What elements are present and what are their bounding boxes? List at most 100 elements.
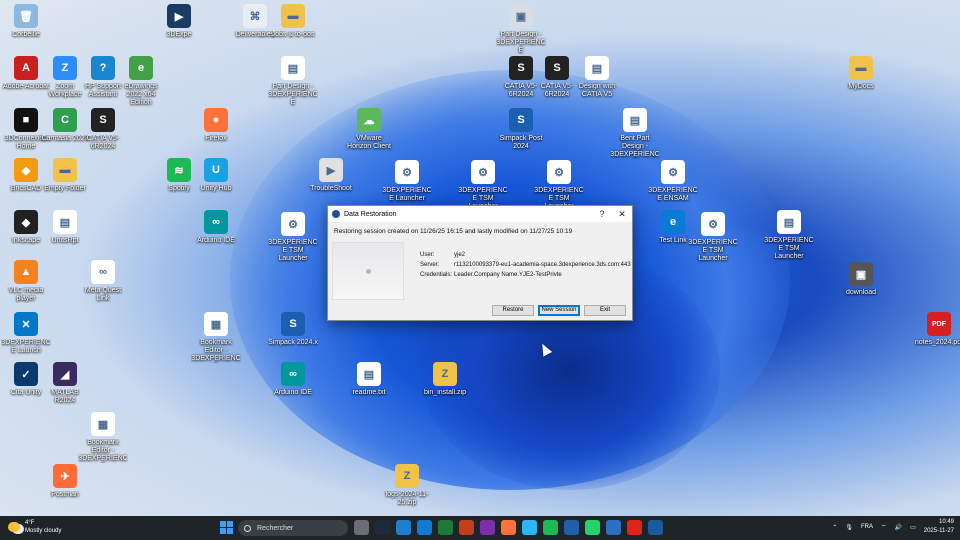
desktop-icon[interactable]: S Simpack Post 2024	[496, 108, 546, 151]
taskbar: 4°F Mostly cloudy Rechercher ⌃ 🎙 FRA ⌔ 🔊…	[0, 516, 960, 540]
desktop-icon[interactable]: PDF notes_2024.pdf	[914, 312, 960, 347]
desktop-icon[interactable]: ▦ Bookmark Editor - 3DEXPERIENCE	[78, 412, 128, 463]
taskbar-app-icon[interactable]	[501, 520, 516, 535]
desktop-icon[interactable]: ▤ 3DEXPERIENCE TSM Launcher	[764, 210, 814, 261]
taskbar-app-icon[interactable]	[438, 520, 453, 535]
desktop-icon[interactable]: ✕ 3DEXPERIENCE Launch	[1, 312, 51, 355]
desktop-icon[interactable]: ● Firefox	[191, 108, 241, 143]
desktop-icon[interactable]: Zlogs-2024-11-25.zip	[382, 464, 432, 507]
loading-icon	[366, 269, 371, 274]
taskbar-search[interactable]: Rechercher	[238, 520, 348, 536]
taskbar-app-icon[interactable]	[543, 520, 558, 535]
taskbar-app-icon[interactable]	[396, 520, 411, 535]
taskbar-app-icon[interactable]	[480, 520, 495, 535]
desktop-icon-label: Unity Hub	[200, 185, 232, 192]
app-icon: S	[509, 56, 533, 80]
desktop-icon-label: 3DEXPERIENCE TSM Launcher	[688, 239, 738, 262]
desktop-icon[interactable]: ✈ Postman	[40, 464, 90, 499]
desktop-icon[interactable]: ▬ MyDocs	[836, 56, 886, 91]
desktop-icon[interactable]: ▬ Empty Folder	[40, 158, 90, 193]
desktop-icon[interactable]: ▤ Design with CATIA V5	[572, 56, 622, 99]
app-icon: ≋	[167, 158, 191, 182]
clock-date: 2025-11-27	[923, 528, 954, 534]
desktop-icon[interactable]: ▣ download	[836, 262, 886, 297]
desktop-icon[interactable]: ⚙ 3DEXPERIENCE Launcher	[382, 160, 432, 203]
desktop-icon[interactable]: ⚙3DEXPERIENCE TSM Launcher	[268, 212, 318, 263]
taskbar-app-icon[interactable]	[375, 520, 390, 535]
desktop-icon[interactable]: U Unity Hub	[191, 158, 241, 193]
desktop-icon[interactable]: ☁ VMware Horizon Client	[344, 108, 394, 151]
taskbar-app-icon[interactable]	[606, 520, 621, 535]
desktop-icon-label: 3DEXPERIENCE TSM Launcher	[268, 239, 318, 262]
desktop-icon[interactable]: ◢ MATLAB R2024	[40, 362, 90, 405]
desktop-icon[interactable]: ⚙3DEXPERIENCE TSM Launcher	[534, 160, 584, 211]
desktop-icon[interactable]: ▤ UnitsRpt	[40, 210, 90, 245]
cloud-sun-icon	[8, 522, 20, 532]
taskbar-app-icon[interactable]	[354, 520, 369, 535]
desktop-icon-label: Meta Quest Link	[84, 287, 122, 302]
app-icon: ▬	[281, 4, 305, 28]
desktop-icon[interactable]: ∞ Meta Quest Link	[78, 260, 128, 303]
app-icon: U	[204, 158, 228, 182]
credentials-value: Leader.Company Name.YJE2-TestPrivte	[454, 272, 562, 278]
dialog-titlebar[interactable]: Data Restoration ? ✕	[328, 206, 632, 222]
desktop-icon[interactable]: ▬ Jobs & to-dos	[268, 4, 318, 39]
desktop-icon[interactable]: ∞ Arduino IDE	[268, 362, 318, 397]
desktop-icon[interactable]: ▦ Bookmark Editor - 3DEXPERIENCE	[191, 312, 241, 363]
app-icon: S	[91, 108, 115, 132]
exit-button[interactable]: Exit	[584, 305, 626, 316]
battery-icon[interactable]: ▭	[910, 524, 916, 531]
desktop-icon[interactable]: ▤ Part Design - 3DEXPERIENCE	[268, 56, 318, 107]
help-button[interactable]: ?	[592, 209, 612, 219]
network-icon[interactable]: ⌔	[881, 523, 887, 531]
taskbar-app-icon[interactable]	[522, 520, 537, 535]
desktop-icon[interactable]: ▤ readme.txt	[344, 362, 394, 397]
taskbar-app-icon[interactable]	[627, 520, 642, 535]
microphone-icon[interactable]: 🎙	[845, 524, 853, 531]
app-icon: S	[281, 312, 305, 336]
desktop-icon-label: Corbeille	[12, 31, 40, 38]
desktop-icon[interactable]: ▲ VLC media player	[1, 260, 51, 303]
session-thumbnail	[332, 242, 404, 300]
desktop-icon[interactable]: 🗑 Corbeille	[1, 4, 51, 39]
taskbar-app-icon[interactable]	[585, 520, 600, 535]
app-icon: ⚙	[661, 160, 685, 184]
app-icon: ●	[204, 108, 228, 132]
taskbar-app-icon[interactable]	[564, 520, 579, 535]
desktop-icon[interactable]: S Simpack 2024.x	[268, 312, 318, 347]
desktop-icon[interactable]: S CATIA V5-6R2024	[78, 108, 128, 151]
new-session-button[interactable]: New Session	[538, 305, 580, 316]
desktop-icon[interactable]: ∞ Arduino IDE	[191, 210, 241, 245]
search-placeholder: Rechercher	[257, 524, 294, 532]
taskbar-app-icon[interactable]	[648, 520, 663, 535]
clock[interactable]: 10:49 2025-11-27	[924, 518, 954, 536]
app-icon: ✈	[53, 464, 77, 488]
desktop-icon[interactable]: ▣ Part Design - 3DEXPERIENCE	[496, 4, 546, 55]
app-icon: ⚙	[471, 160, 495, 184]
app-icon: ◆	[14, 158, 38, 182]
app-icon: Z	[433, 362, 457, 386]
desktop-icon[interactable]: Zbin_install.zip	[420, 362, 470, 397]
volume-icon[interactable]: 🔊	[895, 524, 902, 531]
app-icon: ▬	[849, 56, 873, 80]
desktop-icon[interactable]: ⚙ 3DEXPERIENCE ENSAM	[648, 160, 698, 203]
app-icon: ◢	[53, 362, 77, 386]
desktop-icon-label: Postman	[51, 491, 79, 498]
taskbar-app-icon[interactable]	[417, 520, 432, 535]
restore-button[interactable]: Restore	[492, 305, 534, 316]
desktop-icon[interactable]: e eDrawings 2022 x64 Edition	[116, 56, 166, 107]
weather-widget[interactable]: 4°F Mostly cloudy	[8, 519, 61, 535]
desktop-icon[interactable]: ▶ 3DExpe	[154, 4, 204, 39]
desktop-icon[interactable]: ▤ Bent Part Design - 3DEXPERIENCE	[610, 108, 660, 159]
start-button[interactable]	[220, 521, 233, 534]
close-button[interactable]: ✕	[612, 209, 632, 220]
chevron-up-icon[interactable]: ⌃	[832, 524, 837, 531]
search-icon	[244, 524, 251, 532]
desktop-icon[interactable]: ▶ TroubleShoot	[306, 158, 356, 193]
taskbar-app-icon[interactable]	[459, 520, 474, 535]
desktop-icon[interactable]: ⚙3DEXPERIENCE TSM Launcher	[458, 160, 508, 211]
language-indicator[interactable]: FRA	[861, 524, 873, 530]
desktop-icon-label: 3DEXPERIENCE Launch	[1, 339, 51, 354]
desktop-icon[interactable]: ⚙3DEXPERIENCE TSM Launcher	[688, 212, 738, 263]
app-icon: 🗑	[14, 4, 38, 28]
